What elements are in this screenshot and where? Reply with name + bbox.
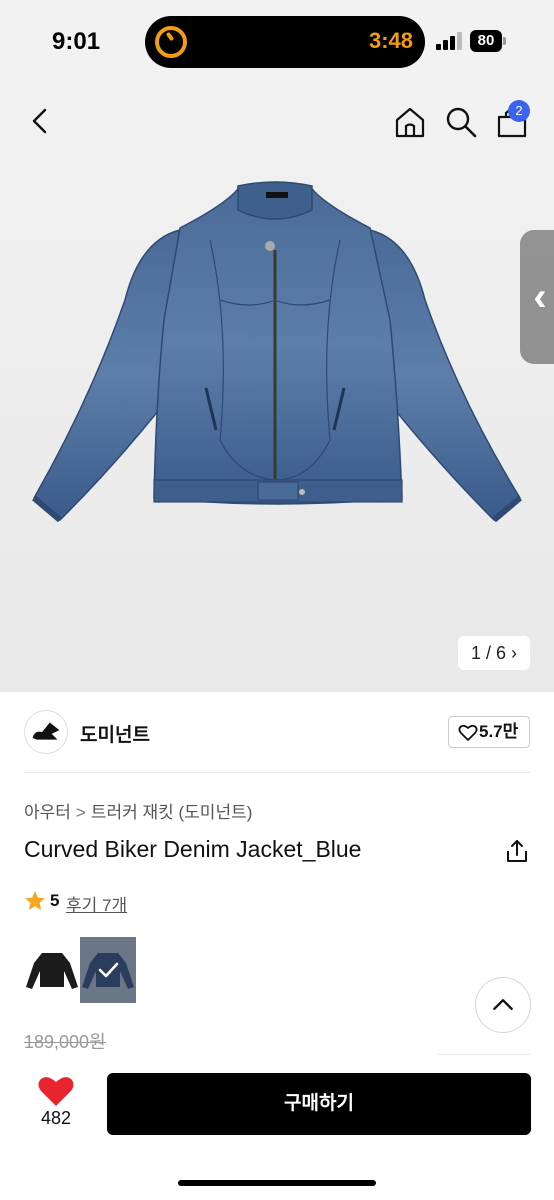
share-icon[interactable] <box>504 838 530 864</box>
status-time: 9:01 <box>52 28 101 55</box>
denim-jacket-image <box>32 181 522 523</box>
chevron-right-icon: › <box>511 643 518 663</box>
buy-button[interactable]: 구매하기 <box>107 1073 531 1135</box>
search-icon[interactable] <box>443 104 479 140</box>
scroll-to-top-button[interactable] <box>475 977 531 1033</box>
pager-text: 1 / 6 <box>470 643 506 663</box>
timer-icon <box>155 26 187 58</box>
brand-like-count: 5.7만 <box>479 722 519 741</box>
side-panel-handle[interactable]: ‹ <box>520 230 554 364</box>
timer-time: 3:48 <box>368 28 413 53</box>
color-option-black[interactable] <box>24 937 80 1003</box>
breadcrumb-separator: > <box>75 803 86 822</box>
product-image-gallery[interactable]: 2 ‹ 1 / 6 › <box>0 84 554 692</box>
breadcrumb-subcategory[interactable]: 트러커 재킷 (도미넌트) <box>91 803 253 822</box>
like-count: 482 <box>40 1108 72 1128</box>
brand-like-button[interactable]: 5.7만 <box>448 716 530 748</box>
breadcrumb: 아우터 > 트러커 재킷 (도미넌트) <box>24 798 252 823</box>
star-icon <box>25 891 45 910</box>
rating-score: 5 <box>50 891 60 910</box>
home-icon[interactable] <box>392 104 428 140</box>
back-arrow-icon[interactable] <box>24 104 58 138</box>
signal-icon <box>436 32 462 50</box>
product-title: Curved Biker Denim Jacket_Blue <box>24 836 362 862</box>
breadcrumb-category[interactable]: 아우터 <box>24 803 71 822</box>
heart-filled-icon[interactable] <box>36 1074 76 1108</box>
cart-count-badge: 2 <box>508 100 530 122</box>
brand-row: 도미넌트 5.7만 <box>0 692 554 774</box>
battery-tip <box>503 37 506 45</box>
status-bar: 9:01 3:48 80 <box>0 0 554 84</box>
heart-outline-icon <box>458 724 478 741</box>
bottom-action-bar: 482 구매하기 <box>0 1058 554 1200</box>
reviews-link[interactable]: 후기 7개 <box>66 891 127 916</box>
battery-icon: 80 <box>470 30 502 52</box>
divider-short <box>438 1054 530 1055</box>
divider <box>24 772 530 773</box>
dynamic-island[interactable]: 3:48 <box>145 16 425 68</box>
home-indicator[interactable] <box>178 1180 376 1186</box>
color-option-blue-selected[interactable] <box>80 937 136 1003</box>
original-price: 189,000원 <box>24 1032 106 1052</box>
brand-name[interactable]: 도미넌트 <box>80 720 150 747</box>
gallery-pager[interactable]: 1 / 6 › <box>458 636 530 670</box>
brand-logo[interactable] <box>24 710 68 754</box>
